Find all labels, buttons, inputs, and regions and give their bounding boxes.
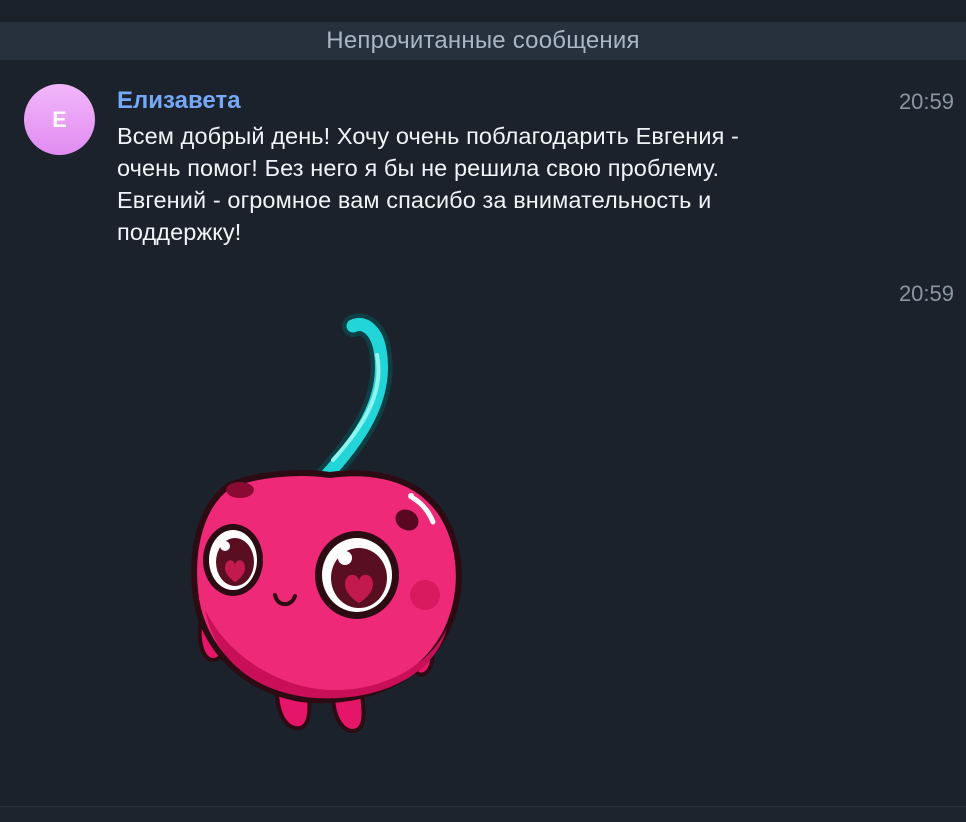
avatar[interactable]: Е [24, 84, 95, 155]
cherry-sticker-image [191, 313, 462, 733]
unread-messages-separator: Непрочитанные сообщения [0, 22, 966, 60]
message-text: Всем добрый день! Хочу очень поблагодари… [117, 123, 739, 245]
sender-name[interactable]: Елизавета [117, 86, 241, 116]
sticker-time: 20:59 [898, 281, 954, 306]
chat-area: Непрочитанные сообщения Е Елизавета 20:5… [0, 0, 966, 822]
avatar-letter: Е [52, 106, 67, 132]
top-edge [0, 0, 966, 22]
cherry-sticker[interactable] [185, 310, 475, 740]
message-time: 20:59 [898, 89, 954, 114]
composer-area-edge [0, 807, 966, 822]
